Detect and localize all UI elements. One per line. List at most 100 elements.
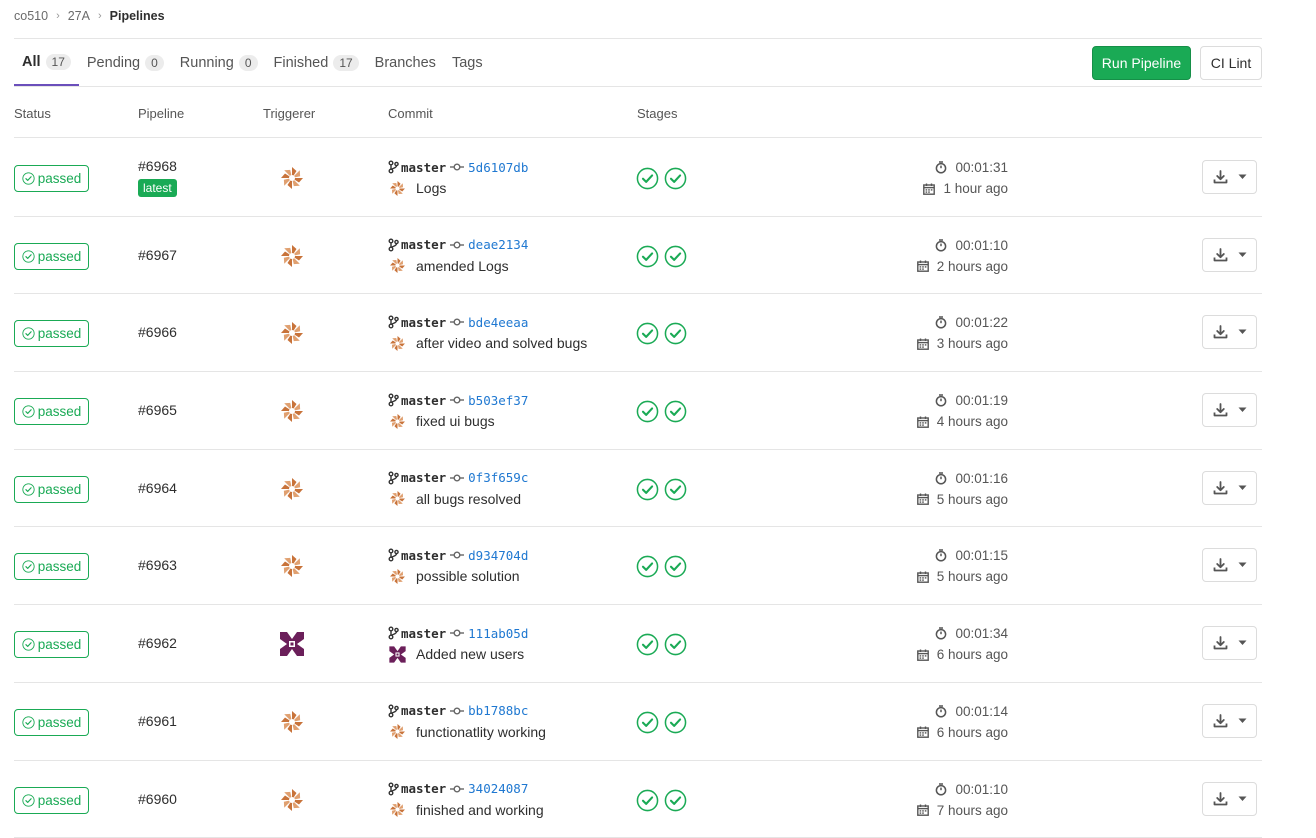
stage-passed-icon[interactable] <box>636 167 659 190</box>
triggerer-avatar[interactable] <box>278 474 306 503</box>
breadcrumb-project[interactable]: 27A <box>68 9 90 23</box>
branch-name[interactable]: master <box>401 315 446 330</box>
stage-passed-icon[interactable] <box>636 322 659 345</box>
tab-tags[interactable]: Tags <box>444 39 491 86</box>
status-badge[interactable]: passed <box>14 320 89 348</box>
commit-message[interactable]: functionatlity working <box>416 724 546 740</box>
stage-passed-icon[interactable] <box>636 478 659 501</box>
artifacts-download-dropdown[interactable] <box>1202 315 1257 350</box>
commit-sha[interactable]: 0f3f659c <box>468 470 528 485</box>
triggerer-avatar[interactable] <box>278 785 306 814</box>
artifacts-download-dropdown[interactable] <box>1202 626 1257 661</box>
commit-message[interactable]: Logs <box>416 180 446 196</box>
status-badge[interactable]: passed <box>14 165 89 192</box>
stage-passed-icon[interactable] <box>664 167 687 190</box>
commit-author-avatar[interactable] <box>388 566 407 586</box>
stage-passed-icon[interactable] <box>664 711 687 734</box>
status-badge[interactable]: passed <box>14 475 89 503</box>
status-badge[interactable]: passed <box>14 553 89 581</box>
branch-name[interactable]: master <box>401 703 446 718</box>
status-badge[interactable]: passed <box>14 786 89 814</box>
commit-sha[interactable]: deae2134 <box>468 237 528 252</box>
commit-author-avatar[interactable] <box>388 178 407 198</box>
pipeline-id[interactable]: #6966 <box>138 324 177 340</box>
artifacts-download-dropdown[interactable] <box>1202 160 1257 194</box>
stage-passed-icon[interactable] <box>636 245 659 268</box>
commit-message[interactable]: after video and solved bugs <box>416 335 587 351</box>
triggerer-avatar[interactable] <box>278 241 306 270</box>
tab-finished[interactable]: Finished 17 <box>266 39 367 86</box>
branch-name[interactable]: master <box>401 237 446 252</box>
commit-author-avatar[interactable] <box>388 333 407 353</box>
commit-sha[interactable]: 34024087 <box>468 781 528 796</box>
pipeline-id[interactable]: #6963 <box>138 557 177 573</box>
commit-sha[interactable]: bb1788bc <box>468 703 528 718</box>
pipeline-id[interactable]: #6965 <box>138 402 177 418</box>
commit-message[interactable]: possible solution <box>416 568 520 584</box>
stage-passed-icon[interactable] <box>664 322 687 345</box>
tab-pending[interactable]: Pending 0 <box>79 39 172 86</box>
triggerer-avatar[interactable] <box>278 707 306 736</box>
run-pipeline-button[interactable]: Run Pipeline <box>1092 46 1191 80</box>
commit-message[interactable]: Added new users <box>416 646 524 662</box>
stage-passed-icon[interactable] <box>664 245 687 268</box>
triggerer-avatar[interactable] <box>278 319 306 348</box>
commit-author-avatar[interactable] <box>388 489 407 509</box>
commit-message[interactable]: fixed ui bugs <box>416 413 495 429</box>
pipeline-id[interactable]: #6961 <box>138 713 177 729</box>
status-badge[interactable]: passed <box>14 242 89 270</box>
commit-sha[interactable]: 111ab05d <box>468 626 528 641</box>
stage-passed-icon[interactable] <box>636 555 659 578</box>
commit-sha[interactable]: 5d6107db <box>468 160 528 175</box>
commit-message[interactable]: all bugs resolved <box>416 491 521 507</box>
pipeline-id[interactable]: #6964 <box>138 480 177 496</box>
status-badge[interactable]: passed <box>14 631 89 659</box>
ci-lint-button[interactable]: CI Lint <box>1200 46 1262 80</box>
stage-passed-icon[interactable] <box>636 789 659 812</box>
commit-sha[interactable]: b503ef37 <box>468 393 528 408</box>
breadcrumb-group[interactable]: co510 <box>14 9 48 23</box>
stage-passed-icon[interactable] <box>636 400 659 423</box>
commit-author-avatar[interactable] <box>388 411 407 431</box>
stage-passed-icon[interactable] <box>664 400 687 423</box>
triggerer-avatar[interactable] <box>278 630 306 659</box>
commit-message[interactable]: finished and working <box>416 802 544 818</box>
status-badge[interactable]: passed <box>14 708 89 736</box>
commit-author-avatar[interactable] <box>388 644 407 664</box>
artifacts-download-dropdown[interactable] <box>1202 470 1257 505</box>
stage-passed-icon[interactable] <box>664 789 687 812</box>
stage-passed-icon[interactable] <box>664 633 687 656</box>
stage-passed-icon[interactable] <box>664 478 687 501</box>
tab-all[interactable]: All 17 <box>14 39 79 86</box>
commit-sha[interactable]: d934704d <box>468 548 528 563</box>
commit-message[interactable]: amended Logs <box>416 258 509 274</box>
status-badge[interactable]: passed <box>14 398 89 426</box>
triggerer-avatar[interactable] <box>278 164 306 192</box>
artifacts-download-dropdown[interactable] <box>1202 703 1257 738</box>
branch-name[interactable]: master <box>401 470 446 485</box>
stage-passed-icon[interactable] <box>664 555 687 578</box>
artifacts-download-dropdown[interactable] <box>1202 393 1257 428</box>
branch-name[interactable]: master <box>401 548 446 563</box>
commit-author-avatar[interactable] <box>388 256 407 276</box>
artifacts-download-dropdown[interactable] <box>1202 237 1257 272</box>
tab-branches[interactable]: Branches <box>367 39 444 86</box>
branch-name[interactable]: master <box>401 393 446 408</box>
tab-running[interactable]: Running 0 <box>172 39 266 86</box>
pipeline-id[interactable]: #6962 <box>138 635 177 651</box>
branch-name[interactable]: master <box>401 160 446 175</box>
artifacts-download-dropdown[interactable] <box>1202 781 1257 816</box>
stage-passed-icon[interactable] <box>636 711 659 734</box>
commit-author-avatar[interactable] <box>388 800 407 819</box>
commit-sha[interactable]: bde4eeaa <box>468 315 528 330</box>
pipeline-id[interactable]: #6967 <box>138 247 177 263</box>
pipeline-id[interactable]: #6968 <box>138 158 177 174</box>
triggerer-avatar[interactable] <box>278 397 306 426</box>
artifacts-download-dropdown[interactable] <box>1202 548 1257 583</box>
branch-name[interactable]: master <box>401 781 446 796</box>
commit-author-avatar[interactable] <box>388 722 407 742</box>
triggerer-avatar[interactable] <box>278 552 306 581</box>
breadcrumb-current[interactable]: Pipelines <box>110 9 165 23</box>
branch-name[interactable]: master <box>401 626 446 641</box>
stage-passed-icon[interactable] <box>636 633 659 656</box>
